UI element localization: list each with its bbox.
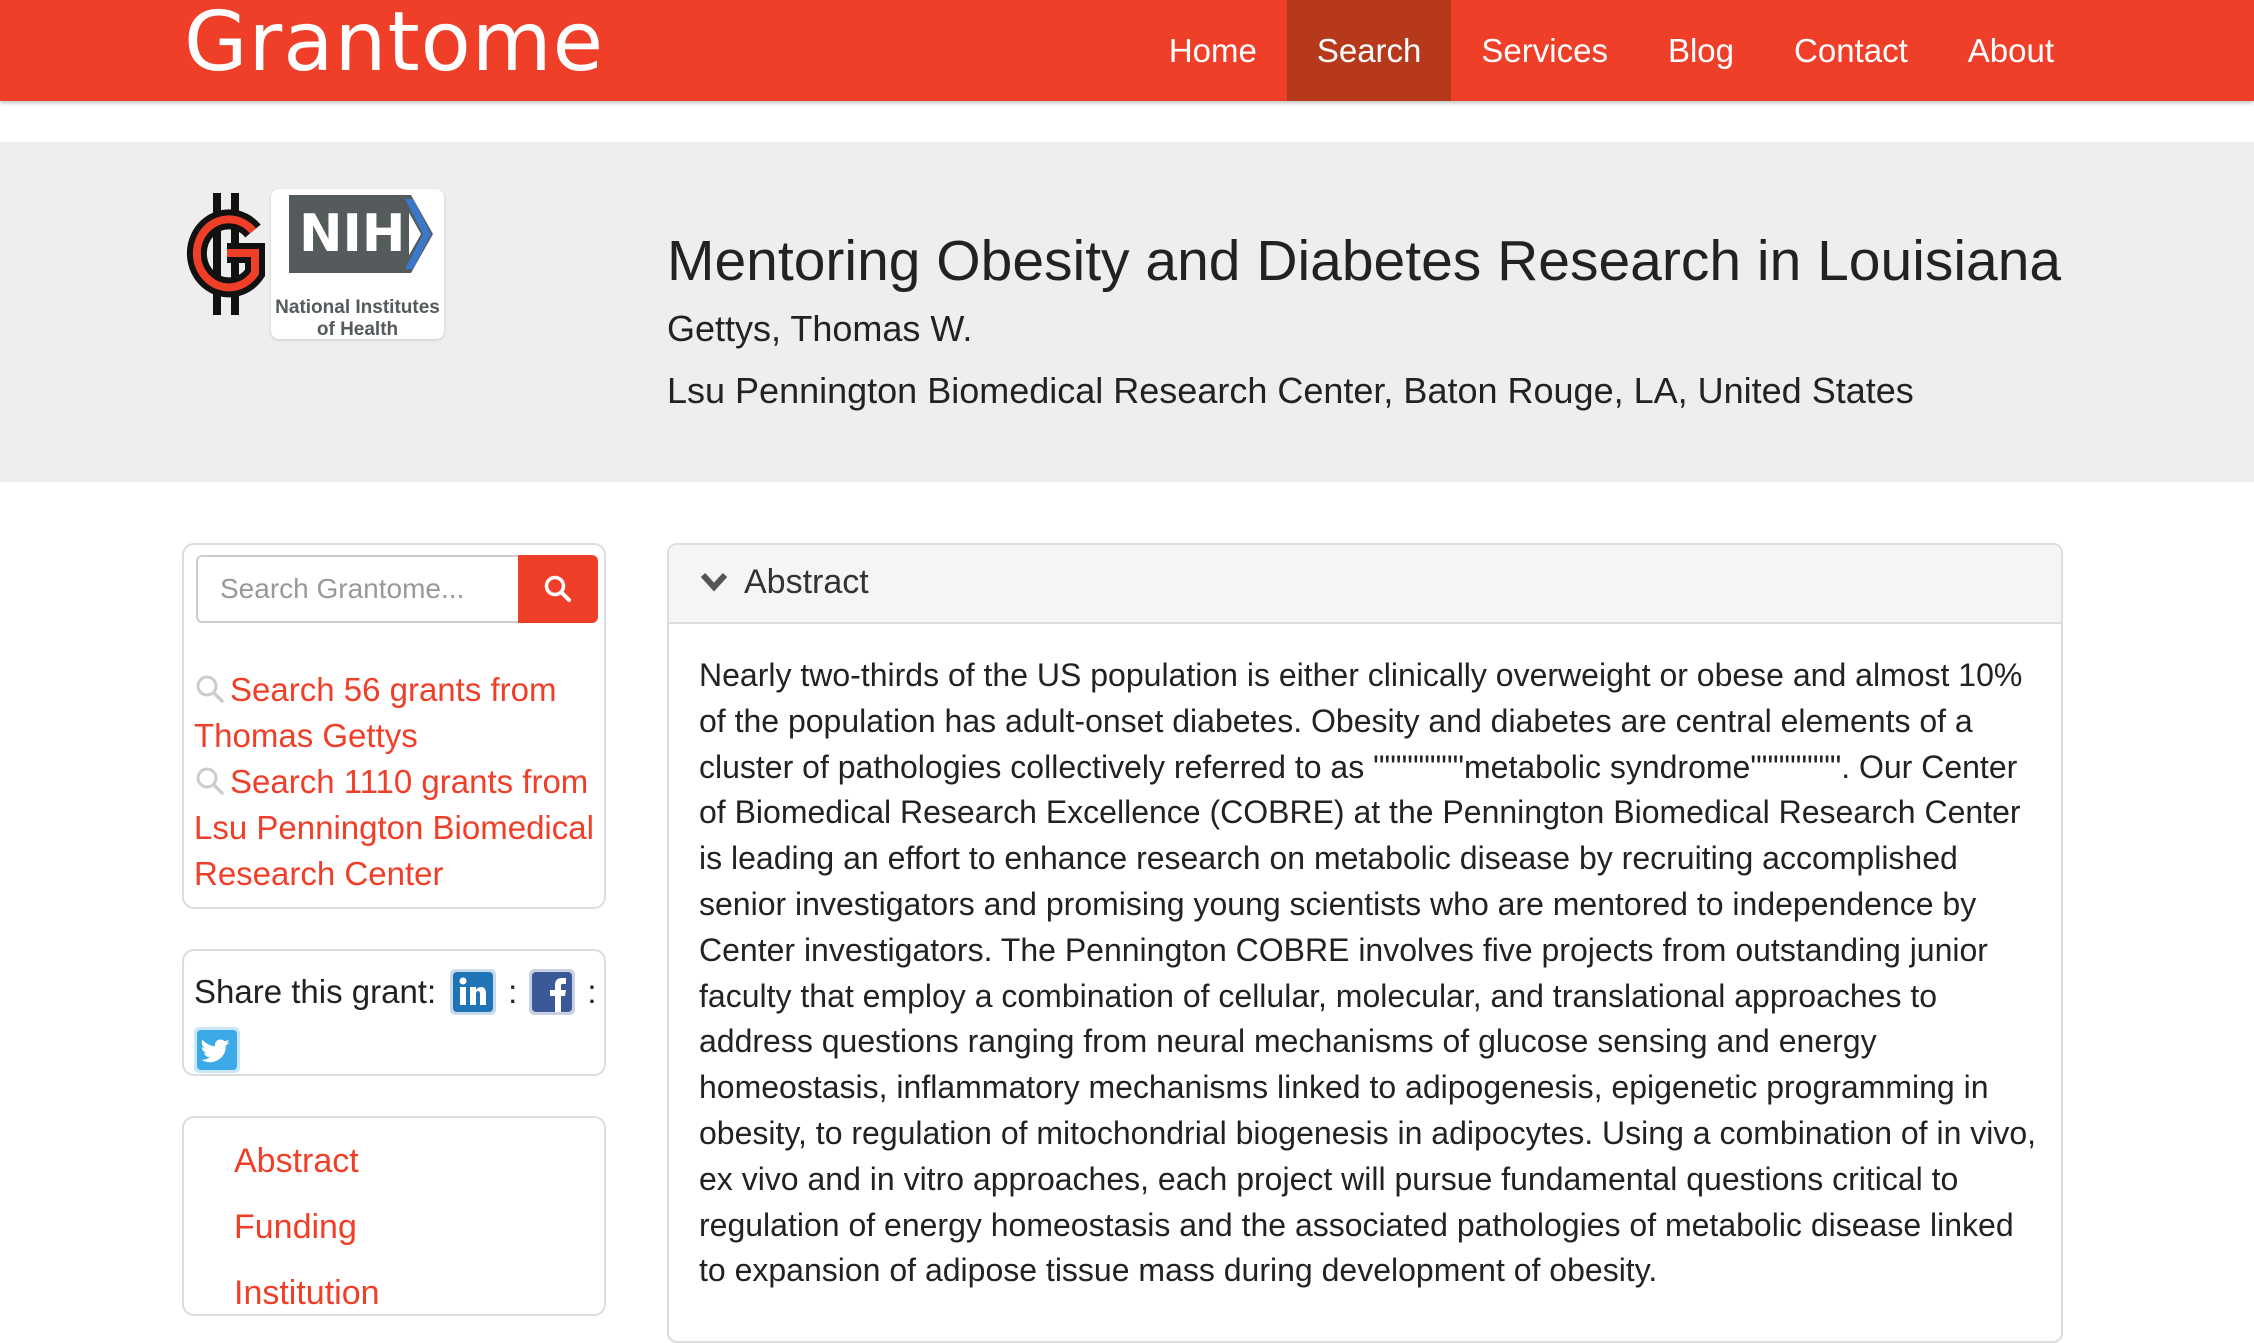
- search-input[interactable]: [196, 555, 518, 623]
- share-separator: :: [508, 973, 518, 1010]
- twitter-icon[interactable]: [194, 1027, 240, 1073]
- share-panel: Share this grant: : :: [182, 949, 606, 1076]
- search-pi-grants-link[interactable]: Search 56 grants from Thomas Gettys: [194, 667, 594, 759]
- nav-services[interactable]: Services: [1451, 0, 1638, 101]
- search-button[interactable]: [518, 555, 598, 623]
- share-label: Share this grant:: [194, 973, 437, 1010]
- chevron-down-icon: [700, 572, 728, 592]
- nav-about[interactable]: About: [1938, 0, 2084, 101]
- search-institution-grants-link[interactable]: Search 1110 grants from Lsu Pennington B…: [194, 759, 594, 897]
- brand-name: Grantome: [184, 0, 605, 90]
- grant-institution: Lsu Pennington Biomedical Research Cente…: [667, 370, 1914, 411]
- nav-blog[interactable]: Blog: [1638, 0, 1764, 101]
- abstract-text: Nearly two-thirds of the US population i…: [699, 657, 2037, 1289]
- grant-pi: Gettys, Thomas W.: [667, 308, 973, 349]
- nav-search[interactable]: Search: [1286, 0, 1452, 101]
- share-separator: :: [587, 973, 597, 1010]
- brand-logo[interactable]: Grantome: [184, 0, 604, 102]
- linkedin-icon[interactable]: [450, 969, 497, 1015]
- section-link-funding[interactable]: Funding: [234, 1194, 380, 1260]
- search-panel: Search 56 grants from Thomas Gettys Sear…: [182, 543, 606, 909]
- related-searches: Search 56 grants from Thomas Gettys Sear…: [194, 667, 594, 897]
- magnifier-icon: [196, 767, 224, 795]
- abstract-panel: Abstract Nearly two-thirds of the US pop…: [667, 543, 2063, 1343]
- section-nav-panel: Abstract Funding Institution: [182, 1116, 606, 1316]
- main-nav: Home Search Services Blog Contact About: [1139, 0, 2084, 101]
- grantome-g-logo-icon: [186, 193, 265, 315]
- nih-name: National Institutes of Health: [275, 297, 440, 340]
- nav-contact[interactable]: Contact: [1764, 0, 1938, 101]
- section-nav: Abstract Funding Institution: [234, 1128, 380, 1326]
- search-icon: [544, 575, 571, 602]
- nih-chevron-icon: [399, 195, 433, 273]
- section-link-abstract[interactable]: Abstract: [234, 1128, 380, 1194]
- magnifier-icon: [196, 675, 224, 703]
- abstract-toggle[interactable]: Abstract: [669, 545, 2061, 624]
- section-link-institution[interactable]: Institution: [234, 1260, 380, 1326]
- top-navbar: Grantome Home Search Services Blog Conta…: [0, 0, 2254, 101]
- nih-abbr: NIH: [289, 195, 409, 273]
- facebook-icon[interactable]: [529, 969, 576, 1015]
- grant-title: Mentoring Obesity and Diabetes Research …: [667, 229, 2062, 293]
- abstract-heading: Abstract: [744, 563, 869, 601]
- nih-logo: NIH National Institutes of Health: [271, 189, 444, 340]
- nav-home[interactable]: Home: [1139, 0, 1287, 101]
- share-box: Share this grant: : :: [194, 963, 598, 1079]
